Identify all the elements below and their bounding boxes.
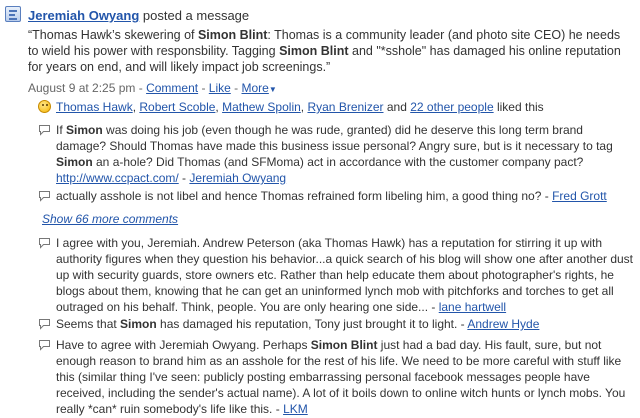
- comment-bubble-icon: [38, 317, 52, 331]
- post-header: Jeremiah Owyang posted a message: [28, 8, 249, 24]
- separator: -: [201, 81, 206, 95]
- separator: -: [234, 81, 239, 95]
- liker-link[interactable]: Robert Scoble: [139, 100, 215, 114]
- highlight-term: Simon Blint: [197, 28, 268, 42]
- comment-text: actually asshole is not libel and hence …: [56, 188, 634, 204]
- comment-bubble-icon: [38, 338, 52, 352]
- app-icon: [5, 6, 21, 22]
- comment-author-link[interactable]: lane hartwell: [439, 300, 506, 314]
- comment-text: I agree with you, Jeremiah. Andrew Peter…: [56, 235, 634, 315]
- post-meta: August 9 at 2:25 pm - Comment - Like - M…: [28, 80, 277, 98]
- message-text: “Thomas Hawk’s skewering of: [28, 28, 198, 42]
- comment-author-link[interactable]: LKM: [283, 402, 308, 416]
- comment-body: Have to agree with Jeremiah Owyang. Perh…: [56, 338, 311, 352]
- comment-text: If Simon was doing his job (even though …: [56, 122, 634, 186]
- comment-author-link[interactable]: Andrew Hyde: [467, 317, 539, 331]
- comment-bubble-icon: [38, 123, 52, 137]
- post-author-link[interactable]: Jeremiah Owyang: [28, 8, 139, 23]
- comment-text: Have to agree with Jeremiah Owyang. Perh…: [56, 337, 634, 417]
- comment-body: has damaged his reputation, Tony just br…: [156, 317, 468, 331]
- feed-post: Jeremiah Owyang posted a message “Thomas…: [0, 0, 640, 418]
- separator: -: [178, 171, 190, 185]
- highlight-term: Simon: [120, 317, 157, 331]
- more-menu-link[interactable]: More: [242, 81, 269, 95]
- comment-author-link[interactable]: Fred Grott: [552, 189, 607, 203]
- comment-author-link[interactable]: Jeremiah Owyang: [189, 171, 286, 185]
- likes-and: and: [386, 100, 407, 114]
- comment-body: If: [56, 123, 67, 137]
- comment-link[interactable]: Comment: [146, 81, 198, 95]
- comment-body: an a-hole? Did Thomas (and SFMoma) act i…: [92, 155, 584, 169]
- comment-url-link[interactable]: http://www.ccpact.com/: [56, 171, 179, 185]
- comment-body: actually asshole is not libel and hence …: [56, 189, 553, 203]
- like-link[interactable]: Like: [209, 81, 231, 95]
- post-message: “Thomas Hawk’s skewering of Simon Blint:…: [28, 27, 634, 75]
- comment-body: I agree with you, Jeremiah. Andrew Peter…: [56, 236, 634, 314]
- chevron-down-icon[interactable]: ▼: [269, 85, 277, 94]
- highlight-term: Simon: [56, 155, 93, 169]
- liker-link[interactable]: Ryan Brenizer: [307, 100, 383, 114]
- comment-bubble-icon: [38, 189, 52, 203]
- separator: -: [138, 81, 143, 95]
- liker-link[interactable]: Thomas Hawk: [56, 100, 133, 114]
- highlight-term: Simon Blint: [310, 338, 378, 352]
- likes-text: Thomas Hawk, Robert Scoble, Mathew Spoli…: [56, 100, 544, 114]
- comment-bubble-icon: [38, 236, 52, 250]
- show-more-comments-link[interactable]: Show 66 more comments: [42, 211, 178, 227]
- liker-link[interactable]: Mathew Spolin: [222, 100, 301, 114]
- other-likers-link[interactable]: 22 other people: [410, 100, 493, 114]
- post-action: posted a message: [142, 8, 250, 23]
- comment-body: was doing his job (even though he was ru…: [56, 123, 613, 153]
- highlight-term: Simon: [66, 123, 103, 137]
- post-timestamp: August 9 at 2:25 pm: [28, 81, 136, 95]
- highlight-term: Simon Blint: [279, 44, 349, 58]
- comment-text: Seems that Simon has damaged his reputat…: [56, 316, 634, 332]
- likes-suffix: liked this: [496, 100, 544, 114]
- comment-body: Seems that: [56, 317, 121, 331]
- smiley-icon: [38, 100, 52, 114]
